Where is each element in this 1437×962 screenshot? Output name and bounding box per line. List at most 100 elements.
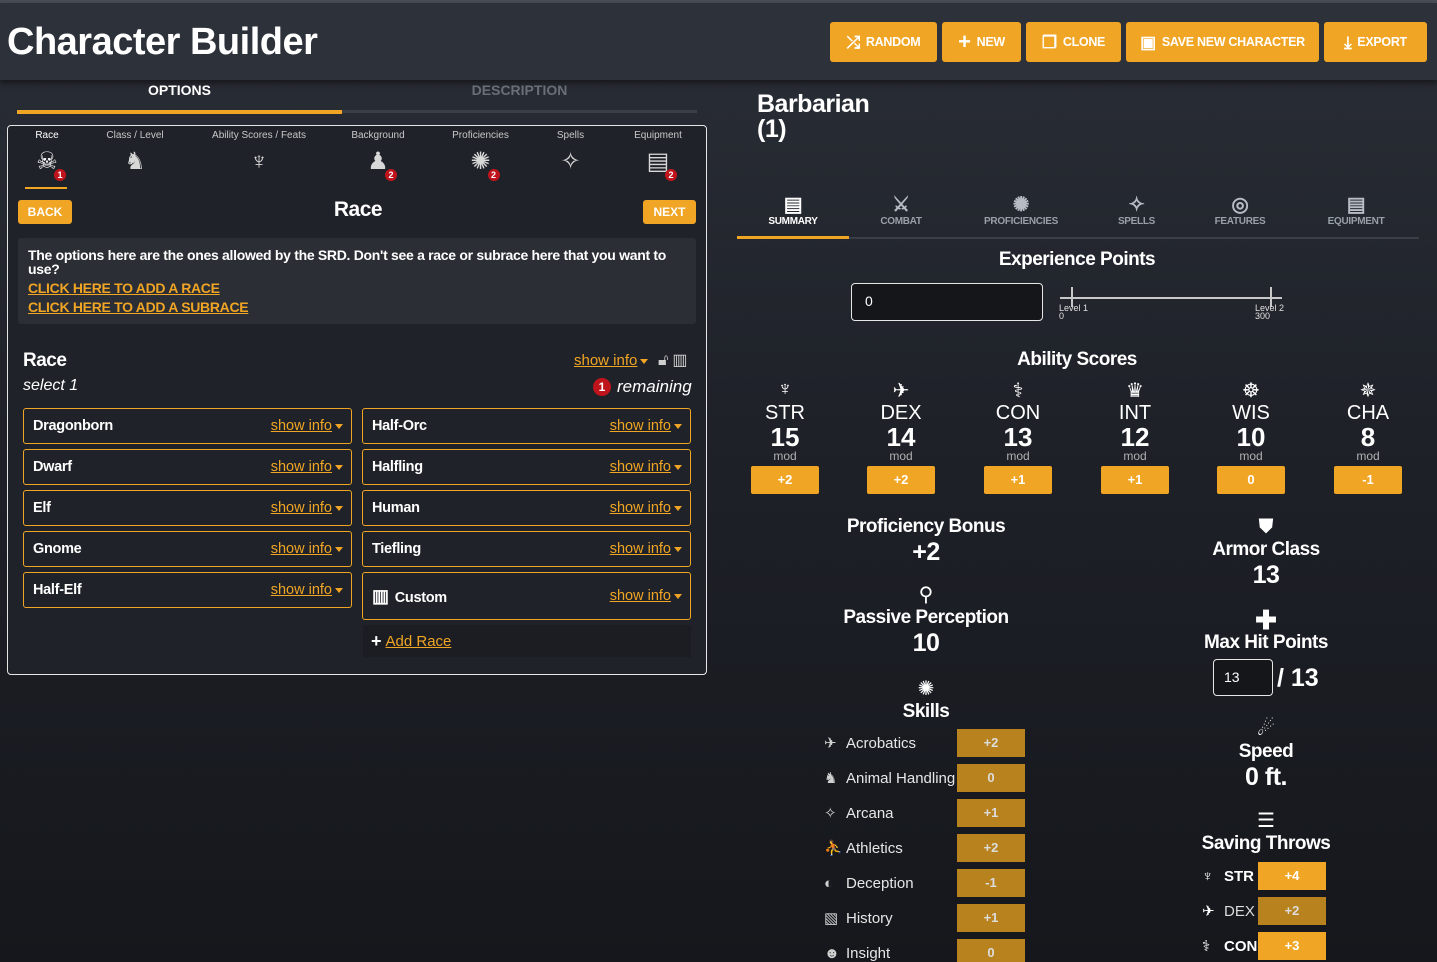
export-button[interactable]: ⤓ EXPORT: [1324, 22, 1427, 62]
dragon-head-icon: ☠ 1: [32, 147, 66, 181]
knight-icon: ♞: [124, 148, 146, 175]
save-con: ⚕ CON +3: [1202, 931, 1326, 961]
save-value[interactable]: +3: [1258, 932, 1326, 960]
horse-head-icon: ♞: [824, 770, 838, 787]
step-equipment[interactable]: Equipment ▤ 2: [623, 130, 693, 181]
tab-proficiencies[interactable]: ✺ PROFICIENCIES: [953, 192, 1089, 227]
step-ability-scores[interactable]: Ability Scores / Feats ♆: [204, 130, 314, 177]
ability-mod-button[interactable]: -1: [1334, 466, 1402, 494]
ability-mod-button[interactable]: +2: [751, 466, 819, 494]
show-info-link[interactable]: show info: [610, 588, 682, 604]
notice-text: The options here are the ones allowed by…: [28, 247, 667, 277]
juggler-icon: ✺: [1012, 194, 1030, 216]
xp-input[interactable]: 0: [851, 283, 1043, 321]
juggler-icon: ✺ 2: [466, 147, 500, 181]
speed: ☄ Speed 0 ft.: [1166, 716, 1366, 792]
show-info-link[interactable]: show info: [271, 459, 343, 475]
saving-throws-title: ☰ Saving Throws: [1166, 808, 1366, 855]
skill-value[interactable]: +1: [957, 904, 1025, 932]
save-value[interactable]: +4: [1258, 862, 1326, 890]
add-race-button[interactable]: + Add Race: [363, 625, 691, 657]
tab-combat[interactable]: ⚔ COMBAT: [849, 192, 953, 227]
race-option-halfling[interactable]: Halfling show info: [362, 449, 691, 485]
step-badge: 2: [487, 169, 500, 181]
acrobat-icon: ✈: [892, 380, 910, 402]
step-heading: Race: [333, 198, 383, 221]
plus-icon: +: [371, 630, 382, 651]
skill-value[interactable]: 0: [957, 764, 1025, 792]
max-hit-points: ✚ Max Hit Points: [1166, 605, 1366, 654]
skill-value[interactable]: +1: [957, 799, 1025, 827]
current-hp-input[interactable]: 13: [1213, 659, 1273, 696]
race-show-info[interactable]: show info: [574, 352, 649, 369]
ability-mod-button[interactable]: +2: [867, 466, 935, 494]
caret-down-icon: [335, 423, 343, 429]
step-active-indicator: [25, 187, 67, 189]
show-info-link[interactable]: show info: [271, 500, 343, 516]
tab-summary[interactable]: ▤ SUMMARY: [737, 192, 849, 227]
ability-mod-button[interactable]: +1: [1101, 466, 1169, 494]
xp-label-level2: Level 2 300: [1255, 303, 1285, 321]
tab-options[interactable]: OPTIONS: [17, 82, 342, 98]
step-badge: 2: [385, 169, 397, 181]
clone-button[interactable]: ❐ CLONE: [1026, 22, 1121, 62]
add-subrace-link[interactable]: CLICK HERE TO ADD A SUBRACE: [28, 299, 686, 315]
add-race-link[interactable]: CLICK HERE TO ADD A RACE: [28, 280, 686, 296]
step-background[interactable]: Background ♟ 2: [343, 130, 413, 181]
ability-mod-button[interactable]: 0: [1217, 466, 1285, 494]
race-option-dwarf[interactable]: Dwarf show info: [23, 449, 352, 485]
race-option-elf[interactable]: Elf show info: [23, 490, 352, 526]
race-option-human[interactable]: Human show info: [362, 490, 691, 526]
character-class-level: Barbarian (1): [757, 90, 870, 143]
race-section-title: Race: [23, 350, 67, 371]
new-button[interactable]: + NEW: [942, 22, 1021, 62]
caret-down-icon: [335, 587, 343, 593]
race-option-half-elf[interactable]: Half-Elf show info: [23, 572, 352, 608]
race-option-custom[interactable]: ▥ Custom show info: [362, 572, 691, 620]
step-race[interactable]: Race ☠ 1: [26, 130, 68, 181]
step-spells[interactable]: Spells ✧: [548, 130, 593, 177]
show-info-link[interactable]: show info: [610, 459, 682, 475]
app-title: Character Builder: [7, 21, 318, 63]
app-header: Character Builder ⤮ RANDOM + NEW ❐ CLONE…: [0, 3, 1437, 80]
race-option-tiefling[interactable]: Tiefling show info: [362, 531, 691, 567]
tab-description[interactable]: DESCRIPTION: [342, 82, 697, 98]
race-option-gnome[interactable]: Gnome show info: [23, 531, 352, 567]
show-info-link[interactable]: show info: [610, 541, 682, 557]
random-button[interactable]: ⤮ RANDOM: [830, 22, 937, 62]
next-button[interactable]: NEXT: [643, 200, 696, 224]
beer-icon[interactable]: ▥: [672, 352, 687, 369]
tab-features[interactable]: ◎ FEATURES: [1184, 192, 1296, 227]
health-cross-icon: ✚: [1255, 605, 1277, 635]
clone-icon: ❐: [1041, 32, 1057, 52]
skill-value[interactable]: 0: [957, 939, 1025, 962]
step-proficiencies[interactable]: Proficiencies ✺ 2: [443, 130, 518, 181]
tab-spells[interactable]: ✧ SPELLS: [1089, 192, 1184, 227]
show-info-link[interactable]: show info: [271, 541, 343, 557]
ability-mod-button[interactable]: +1: [984, 466, 1052, 494]
caret-down-icon: [335, 464, 343, 470]
cage-icon: ◎: [1231, 194, 1249, 216]
scroll-stack-icon: ☰: [1257, 810, 1275, 832]
backpack-icon: ▤ 2: [643, 147, 677, 181]
show-info-link[interactable]: show info: [271, 418, 343, 434]
skill-value[interactable]: +2: [957, 729, 1025, 757]
save-value[interactable]: +2: [1258, 897, 1326, 925]
show-info-link[interactable]: show info: [610, 418, 682, 434]
spellbook-icon: ✧: [560, 148, 581, 175]
race-option-half-orc[interactable]: Half-Orc show info: [362, 408, 691, 444]
caduceus-icon: ⚕: [1012, 380, 1024, 402]
caret-down-icon: [674, 593, 682, 599]
race-option-dragonborn[interactable]: Dragonborn show info: [23, 408, 352, 444]
show-info-link[interactable]: show info: [610, 500, 682, 516]
scroll-icon: ▤: [783, 194, 803, 216]
skill-value[interactable]: +2: [957, 834, 1025, 862]
show-info-link[interactable]: show info: [271, 582, 343, 598]
shuffle-icon: ⤮: [846, 32, 861, 52]
passive-perception: ⚲ Passive Perception 10: [826, 582, 1026, 658]
skill-value[interactable]: -1: [957, 869, 1025, 897]
save-new-character-button[interactable]: ▣ SAVE NEW CHARACTER: [1126, 22, 1319, 62]
lock-icon[interactable]: 🔓︎ ▥: [658, 350, 688, 370]
step-class-level[interactable]: Class / Level ♞: [98, 130, 172, 177]
tab-equipment[interactable]: ▤ EQUIPMENT: [1296, 192, 1416, 227]
